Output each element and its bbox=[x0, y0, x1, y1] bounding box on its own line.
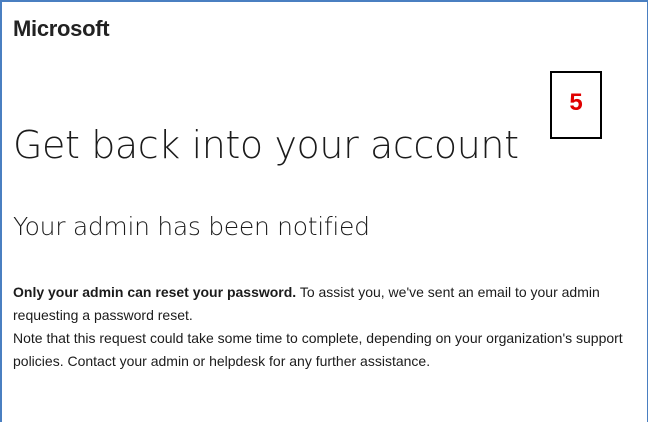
message-paragraph-lead: Only your admin can reset your password.… bbox=[13, 281, 645, 327]
step-number: 5 bbox=[569, 89, 583, 116]
message-note: Note that this request could take some t… bbox=[13, 330, 623, 369]
password-reset-panel: Microsoft 5 Get back into your account Y… bbox=[0, 0, 648, 422]
page-subtitle: Your admin has been notified bbox=[13, 212, 370, 241]
message-bold-lead: Only your admin can reset your password. bbox=[13, 284, 297, 300]
step-number-badge: 5 bbox=[550, 71, 602, 139]
notification-message: Only your admin can reset your password.… bbox=[13, 281, 645, 373]
microsoft-logo-text: Microsoft bbox=[13, 16, 110, 41]
page-title: Get back into your account bbox=[13, 123, 519, 167]
